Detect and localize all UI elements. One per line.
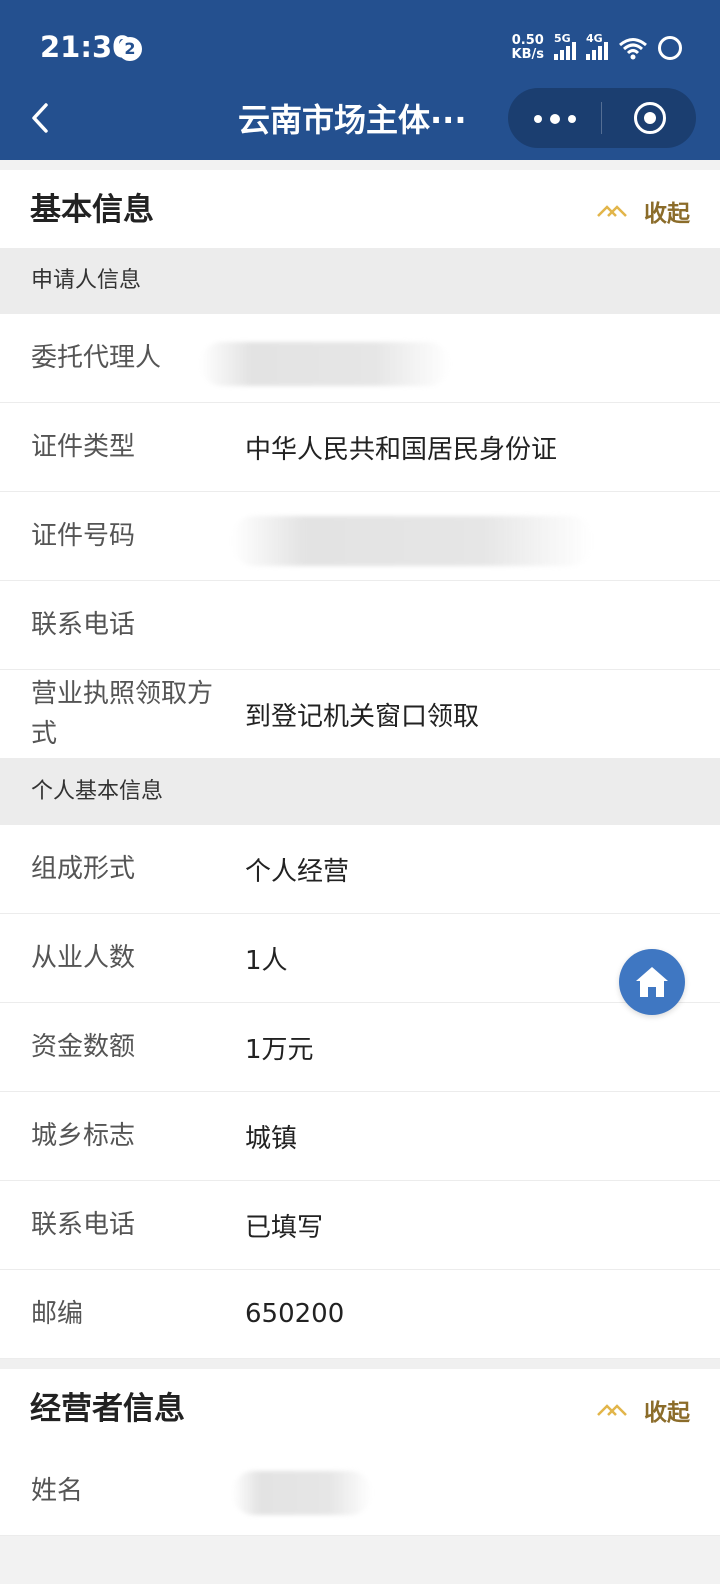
back-icon[interactable] — [22, 98, 62, 138]
speed-value: 0.50 — [511, 33, 544, 48]
row-label: 邮编 — [31, 1299, 84, 1329]
applicant-row-id-number: 证件号码 — [0, 492, 720, 581]
personal-row-postcode: 邮编 650200 — [0, 1270, 720, 1359]
row-value: 已填写 — [245, 1212, 324, 1243]
row-value: 1人 — [245, 945, 288, 976]
collapse-label: 收起 — [644, 1400, 690, 1426]
operator-info-header: 经营者信息 收起 — [0, 1369, 720, 1447]
battery-ring-icon — [658, 36, 682, 60]
personal-row-urban-rural: 城乡标志 城镇 — [0, 1092, 720, 1181]
row-value: 城镇 — [245, 1123, 298, 1154]
redacted-mask — [232, 516, 592, 566]
row-label: 委托代理人 — [31, 343, 162, 373]
row-value: 650200 — [245, 1299, 345, 1329]
collapse-label: 收起 — [644, 201, 690, 227]
redacted-mask — [232, 1471, 372, 1515]
mini-program-capsule — [508, 88, 696, 148]
basic-info-title: 基本信息 — [30, 192, 154, 228]
row-label: 联系电话 — [31, 610, 136, 640]
row-label: 资金数额 — [31, 1032, 136, 1062]
applicant-row-license-pickup: 营业执照领取方式 到登记机关窗口领取 — [0, 670, 720, 759]
nav-bar: 云南市场主体··· — [0, 84, 720, 160]
applicant-row-id-type: 证件类型 中华人民共和国居民身份证 — [0, 403, 720, 492]
redacted-mask — [200, 342, 450, 386]
applicant-section-header: 申请人信息 — [0, 248, 720, 314]
operator-info-collapse-button[interactable]: 收起 — [596, 1393, 690, 1427]
sim1-label: 5G — [554, 32, 571, 45]
row-label: 从业人数 — [31, 943, 136, 973]
network-speed: 0.50 KB/s — [512, 34, 544, 62]
signal-4g-icon: 4G — [586, 32, 608, 60]
personal-row-employees: 从业人数 1人 — [0, 914, 720, 1003]
row-label: 姓名 — [31, 1476, 84, 1506]
main-content: 基本信息 收起 申请人信息 委托代理人 证件类型 中华人民共和国居民身份证 证件… — [0, 170, 720, 1536]
status-bar: 21:30 2 0.50 KB/s 5G 4G — [0, 0, 720, 84]
applicant-row-phone: 联系电话 — [0, 581, 720, 670]
personal-section-header: 个人基本信息 — [0, 759, 720, 825]
row-label: 组成形式 — [31, 854, 136, 884]
signal-5g-icon: 5G — [554, 32, 576, 60]
row-value: 1万元 — [245, 1034, 314, 1065]
applicant-row-agent: 委托代理人 — [0, 314, 720, 403]
basic-info-header: 基本信息 收起 — [0, 170, 720, 248]
row-value: 到登记机关窗口领取 — [245, 701, 480, 732]
status-indicators: 0.50 KB/s 5G 4G — [512, 32, 682, 64]
home-button[interactable] — [619, 949, 685, 1015]
home-icon — [636, 967, 668, 997]
collapse-chevron-icon — [597, 205, 627, 217]
personal-row-phone: 联系电话 已填写 — [0, 1181, 720, 1270]
row-label: 证件类型 — [31, 432, 136, 462]
row-value: 个人经营 — [245, 856, 350, 887]
more-icon[interactable] — [534, 114, 576, 124]
row-value: 中华人民共和国居民身份证 — [245, 434, 558, 465]
operator-row-name: 姓名 — [0, 1447, 720, 1536]
personal-row-capital: 资金数额 1万元 — [0, 1003, 720, 1092]
collapse-chevron-icon — [597, 1404, 627, 1416]
wifi-icon — [619, 38, 647, 60]
row-label: 城乡标志 — [31, 1121, 136, 1151]
row-label: 联系电话 — [31, 1210, 136, 1240]
page-title: 云南市场主体··· — [238, 101, 467, 139]
row-label: 营业执照领取方式 — [31, 679, 214, 749]
operator-info-title: 经营者信息 — [30, 1391, 185, 1427]
personal-row-form: 组成形式 个人经营 — [0, 825, 720, 914]
speed-unit: KB/s — [511, 47, 544, 62]
card-gap — [0, 1359, 720, 1369]
sim2-label: 4G — [586, 32, 603, 45]
close-mini-program-icon[interactable] — [634, 102, 666, 134]
capsule-divider — [601, 102, 602, 134]
basic-info-collapse-button[interactable]: 收起 — [596, 194, 690, 228]
row-label: 证件号码 — [31, 521, 136, 551]
notification-badge: 2 — [118, 37, 142, 61]
